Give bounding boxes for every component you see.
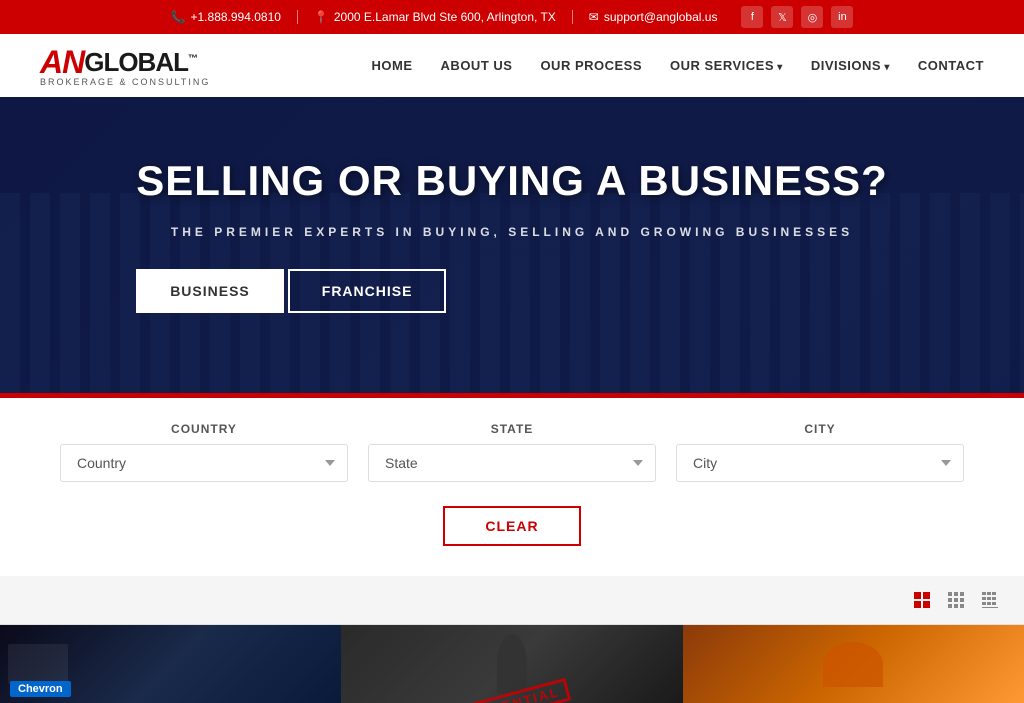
logo-an: AN	[40, 44, 84, 81]
navbar: AN GLOBAL™ BROKERAGE & CONSULTING HOME A…	[0, 34, 1024, 97]
state-select[interactable]: State	[368, 444, 656, 482]
listing-card-3[interactable]	[683, 625, 1024, 703]
linkedin-icon[interactable]: in	[831, 6, 853, 28]
email-item: ✉ support@anglobal.us	[589, 10, 718, 24]
facebook-icon[interactable]: f	[741, 6, 763, 28]
hero-section: SELLING OR BUYING A BUSINESS? THE PREMIE…	[0, 97, 1024, 393]
phone-item: 📞 +1.888.994.0810	[171, 10, 281, 24]
phone-number: +1.888.994.0810	[191, 10, 281, 24]
listing-card-2[interactable]: CONFIDENTIAL	[341, 625, 682, 703]
grid-medium-icon	[947, 591, 965, 609]
logo-tagline: BROKERAGE & CONSULTING	[40, 77, 210, 87]
list-icon	[981, 591, 999, 609]
email-icon: ✉	[589, 10, 599, 24]
city-select[interactable]: City	[676, 444, 964, 482]
filter-section: COUNTRY Country STATE State CITY City CL…	[0, 398, 1024, 576]
view-list-button[interactable]	[976, 586, 1004, 614]
twitter-icon[interactable]: 𝕏	[771, 6, 793, 28]
hero-buttons: BUSINESS FRANCHISE	[136, 269, 888, 313]
logo-global-text: GLOBAL™	[84, 47, 197, 78]
country-label: COUNTRY	[171, 422, 237, 436]
logo[interactable]: AN GLOBAL™ BROKERAGE & CONSULTING	[40, 44, 210, 87]
city-label: CITY	[804, 422, 835, 436]
listings-row: Chevron CONFIDENTIAL	[0, 625, 1024, 703]
clear-button[interactable]: CLEAR	[443, 506, 580, 546]
nav-about[interactable]: ABOUT US	[441, 58, 513, 73]
nav-divisions[interactable]: DIVISIONS	[811, 58, 890, 73]
nav-links: HOME ABOUT US OUR PROCESS OUR SERVICES D…	[372, 58, 984, 73]
view-toggle-row	[0, 576, 1024, 625]
state-filter: STATE State	[368, 422, 656, 482]
view-grid-medium-button[interactable]	[942, 586, 970, 614]
nav-home[interactable]: HOME	[372, 58, 413, 73]
hero-content: SELLING OR BUYING A BUSINESS? THE PREMIE…	[136, 157, 888, 313]
franchise-button[interactable]: FRANCHISE	[288, 269, 447, 313]
listing-card-1[interactable]: Chevron	[0, 625, 341, 703]
listing-1-label: Chevron	[10, 681, 71, 697]
social-icons: f 𝕏 ◎ in	[741, 6, 853, 28]
hero-title: SELLING OR BUYING A BUSINESS?	[136, 157, 888, 205]
address-item: 📍 2000 E.Lamar Blvd Ste 600, Arlington, …	[314, 10, 556, 24]
divider-2	[572, 10, 573, 24]
top-bar: 📞 +1.888.994.0810 📍 2000 E.Lamar Blvd St…	[0, 0, 1024, 34]
grid-large-icon	[913, 591, 931, 609]
nav-services[interactable]: OUR SERVICES	[670, 58, 783, 73]
nav-contact[interactable]: CONTACT	[918, 58, 984, 73]
address-text: 2000 E.Lamar Blvd Ste 600, Arlington, TX	[334, 10, 556, 24]
clear-row: CLEAR	[60, 506, 964, 546]
instagram-icon[interactable]: ◎	[801, 6, 823, 28]
state-label: STATE	[491, 422, 534, 436]
email-text: support@anglobal.us	[604, 10, 718, 24]
city-filter: CITY City	[676, 422, 964, 482]
filter-row: COUNTRY Country STATE State CITY City	[60, 422, 964, 482]
phone-icon: 📞	[171, 10, 186, 24]
business-button[interactable]: BUSINESS	[136, 269, 284, 313]
country-filter: COUNTRY Country	[60, 422, 348, 482]
hero-subtitle: THE PREMIER EXPERTS IN BUYING, SELLING A…	[136, 225, 888, 239]
nav-process[interactable]: OUR PROCESS	[540, 58, 642, 73]
view-grid-large-button[interactable]	[908, 586, 936, 614]
location-icon: 📍	[314, 10, 329, 24]
country-select[interactable]: Country	[60, 444, 348, 482]
logo-text: AN GLOBAL™	[40, 44, 210, 81]
divider-1	[297, 10, 298, 24]
